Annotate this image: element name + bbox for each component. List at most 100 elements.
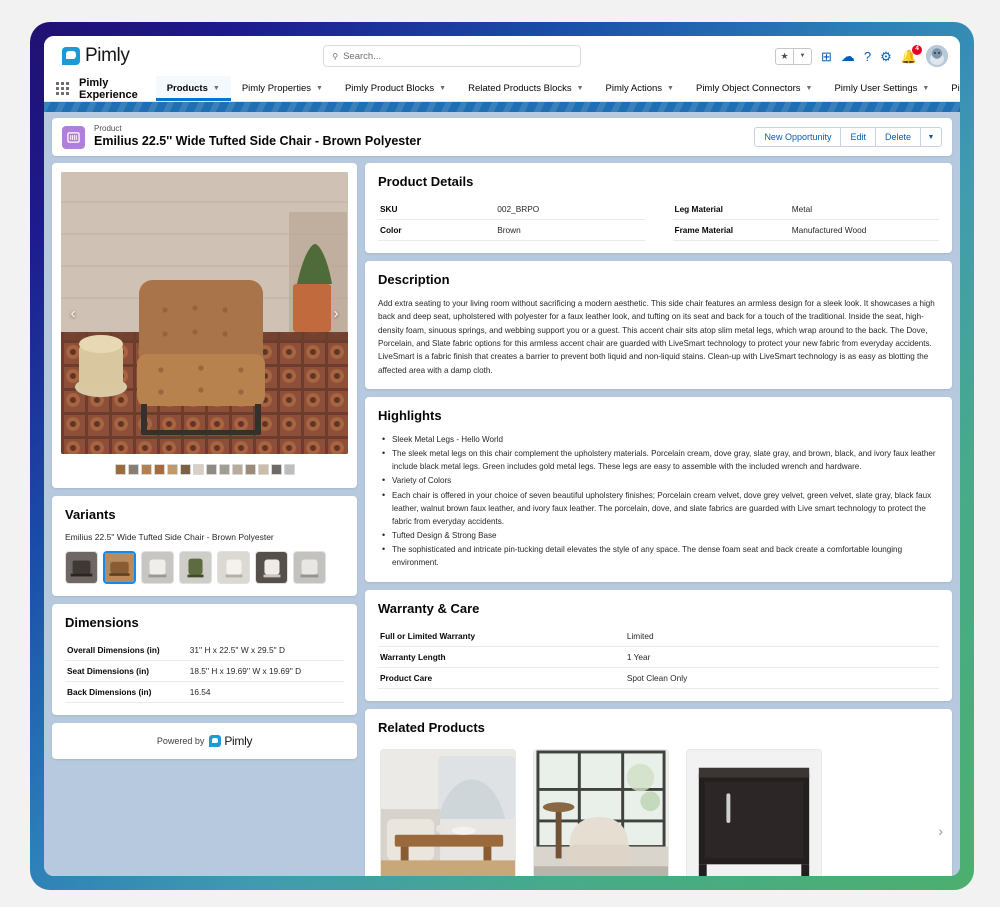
variant-thumbnail-0[interactable] bbox=[65, 551, 98, 584]
chevron-down-icon[interactable]: ▼ bbox=[920, 127, 942, 147]
gallery-next-button[interactable]: › bbox=[328, 305, 344, 321]
field-label: SKU bbox=[378, 199, 495, 220]
nav-tab-related-products-blocks[interactable]: Related Products Blocks ▼ bbox=[457, 76, 594, 101]
edit-button[interactable]: Edit bbox=[840, 127, 875, 147]
variant-thumbnail-3[interactable] bbox=[179, 551, 212, 584]
search-placeholder: Search... bbox=[343, 51, 381, 62]
related-products-card: Related Products bbox=[365, 709, 952, 876]
list-item: Sleek Metal Legs - Hello World bbox=[378, 433, 939, 446]
field-value: Metal bbox=[790, 199, 939, 220]
header-icons: ★ ▼ ⊞ ☁ ? ⚙ 🔔 4 bbox=[775, 45, 948, 67]
nav-tab-pimly-user-settings[interactable]: Pimly User Settings ▼ bbox=[823, 76, 940, 101]
cloud-home-icon[interactable]: ☁ bbox=[841, 49, 855, 63]
pimly-logo-icon bbox=[209, 735, 221, 747]
field-value: Limited bbox=[625, 626, 939, 647]
left-column: ‹ › bbox=[52, 163, 357, 868]
gallery-thumbnail[interactable] bbox=[271, 464, 282, 475]
gallery-thumbnail[interactable] bbox=[115, 464, 126, 475]
gallery-thumbnail[interactable] bbox=[154, 464, 165, 475]
variant-thumbnail-2[interactable] bbox=[141, 551, 174, 584]
gallery-thumbnail[interactable] bbox=[232, 464, 243, 475]
gallery-prev-button[interactable]: ‹ bbox=[65, 305, 81, 321]
right-column: Product Details SKU 002_BRPO Color Bro bbox=[365, 163, 952, 868]
chevron-down-icon[interactable]: ▼ bbox=[922, 85, 929, 92]
gallery-thumbnail[interactable] bbox=[141, 464, 152, 475]
chevron-down-icon[interactable]: ▼ bbox=[439, 85, 446, 92]
gallery-thumbnail-strip bbox=[61, 454, 348, 483]
related-products-next-button[interactable]: › bbox=[938, 823, 943, 839]
nav-tab-pimly-object-connectors[interactable]: Pimly Object Connectors ▼ bbox=[685, 76, 823, 101]
field-value: Brown bbox=[495, 220, 644, 241]
nav-label: Pimly Object Connectors bbox=[696, 83, 801, 94]
variant-thumbnail-6[interactable] bbox=[293, 551, 326, 584]
related-products-list: Beah 25'' Tall C End Table - Brown bbox=[380, 749, 937, 876]
table-row: Full or Limited Warranty Limited bbox=[378, 626, 939, 647]
gallery-thumbnail[interactable] bbox=[219, 464, 230, 475]
gallery-thumbnail[interactable] bbox=[284, 464, 295, 475]
variant-thumbnail-4[interactable] bbox=[217, 551, 250, 584]
nav-tab-pimly-actions[interactable]: Pimly Actions ▼ bbox=[595, 76, 685, 101]
field-value: 16.54 bbox=[188, 682, 344, 703]
help-icon[interactable]: ? bbox=[864, 50, 871, 63]
brand-logo[interactable]: Pimly bbox=[62, 45, 129, 67]
notifications-bell-icon[interactable]: 🔔 4 bbox=[901, 50, 917, 63]
chevron-down-icon[interactable]: ▼ bbox=[806, 85, 813, 92]
product-details-right-table: Leg Material Metal Frame Material Manufa… bbox=[673, 199, 940, 241]
add-icon[interactable]: ⊞ bbox=[821, 50, 832, 63]
chevron-down-icon[interactable]: ▼ bbox=[667, 85, 674, 92]
field-label: Full or Limited Warranty bbox=[378, 626, 625, 647]
chevron-down-icon[interactable]: ▼ bbox=[794, 49, 811, 64]
image-gallery: ‹ › bbox=[52, 163, 357, 488]
app-launcher-waffle-icon[interactable] bbox=[56, 76, 69, 101]
gallery-thumbnail[interactable] bbox=[167, 464, 178, 475]
chevron-down-icon[interactable]: ▼ bbox=[213, 85, 220, 92]
nav-label: Products bbox=[167, 83, 208, 94]
nav-tab-pimly-product-blocks[interactable]: Pimly Product Blocks ▼ bbox=[334, 76, 457, 101]
star-icon[interactable]: ★ bbox=[776, 49, 793, 64]
main-product-image[interactable]: ‹ › bbox=[61, 172, 348, 454]
search-input[interactable]: ⚲ Search... bbox=[323, 45, 581, 67]
gallery-thumbnail[interactable] bbox=[206, 464, 217, 475]
new-opportunity-button[interactable]: New Opportunity bbox=[754, 127, 840, 147]
related-products-title: Related Products bbox=[378, 720, 939, 735]
chevron-down-icon[interactable]: ▼ bbox=[577, 85, 584, 92]
notification-badge: 4 bbox=[912, 45, 922, 55]
nav-tab-pimly-properties[interactable]: Pimly Properties ▼ bbox=[231, 76, 334, 101]
record-header: Product Emilius 22.5'' Wide Tufted Side … bbox=[52, 118, 952, 156]
nav-label: Pimly Setup bbox=[951, 83, 960, 94]
gradient-frame: Pimly ⚲ Search... ★ ▼ ⊞ ☁ ? ⚙ 🔔 4 bbox=[30, 22, 974, 890]
nav-tab-pimly-setup[interactable]: Pimly Setup bbox=[940, 76, 960, 101]
global-search-wrap: ⚲ Search... bbox=[129, 45, 775, 67]
gallery-thumbnail[interactable] bbox=[258, 464, 269, 475]
field-value: Manufactured Wood bbox=[790, 220, 939, 241]
related-product-card-2[interactable]: Appalachian End Table bbox=[686, 749, 822, 876]
brand-name: Pimly bbox=[85, 45, 129, 67]
warranty-care-card: Warranty & Care Full or Limited Warranty… bbox=[365, 590, 952, 701]
gallery-thumbnail[interactable] bbox=[193, 464, 204, 475]
warranty-table: Full or Limited Warranty Limited Warrant… bbox=[378, 626, 939, 689]
avatar-image bbox=[926, 45, 948, 67]
delete-button[interactable]: Delete bbox=[875, 127, 920, 147]
chevron-down-icon[interactable]: ▼ bbox=[316, 85, 323, 92]
setup-gear-icon[interactable]: ⚙ bbox=[880, 50, 892, 63]
variants-list bbox=[65, 551, 344, 584]
gallery-thumbnail[interactable] bbox=[245, 464, 256, 475]
highlights-list: Sleek Metal Legs - Hello World The sleek… bbox=[378, 433, 939, 569]
record-actions: New Opportunity Edit Delete ▼ bbox=[754, 127, 942, 147]
variant-thumbnail-5[interactable] bbox=[255, 551, 288, 584]
avatar[interactable] bbox=[926, 45, 948, 67]
product-photo bbox=[61, 172, 348, 454]
gallery-thumbnail[interactable] bbox=[180, 464, 191, 475]
variant-thumbnail-1[interactable] bbox=[103, 551, 136, 584]
related-product-card-1[interactable]: Petrin 37'' Wide Tufted Armchair - Beige bbox=[533, 749, 669, 876]
gallery-thumbnail[interactable] bbox=[128, 464, 139, 475]
nav-tab-products[interactable]: Products ▼ bbox=[156, 76, 231, 101]
record-page: Product Emilius 22.5'' Wide Tufted Side … bbox=[44, 112, 960, 876]
record-type-label: Product bbox=[94, 124, 421, 134]
field-value: 1 Year bbox=[625, 647, 939, 668]
table-row: Overall Dimensions (in) 31'' H x 22.5'' … bbox=[65, 640, 344, 661]
favorites-group[interactable]: ★ ▼ bbox=[775, 48, 812, 65]
related-product-card-0[interactable]: Beah 25'' Tall C End Table - Brown bbox=[380, 749, 516, 876]
global-header: Pimly ⚲ Search... ★ ▼ ⊞ ☁ ? ⚙ 🔔 4 bbox=[44, 36, 960, 76]
variants-card: Variants Emilius 22.5'' Wide Tufted Side… bbox=[52, 496, 357, 596]
